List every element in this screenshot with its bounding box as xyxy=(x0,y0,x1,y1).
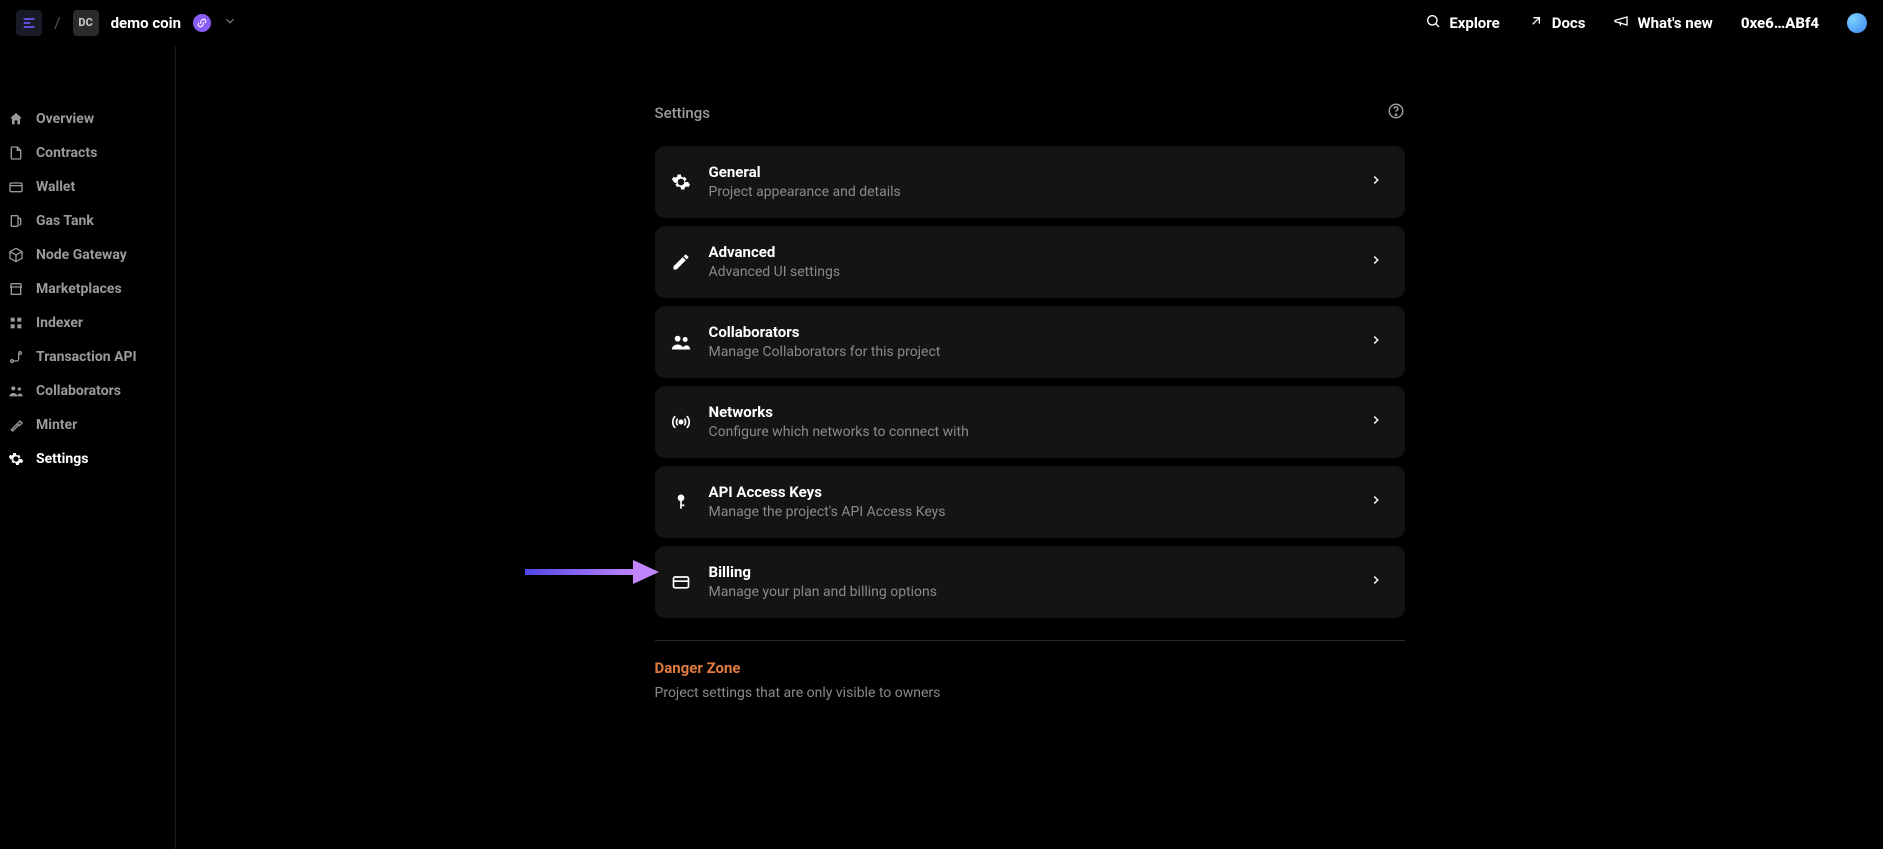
broadcast-icon xyxy=(671,412,691,432)
card-desc: Manage Collaborators for this project xyxy=(709,343,1351,363)
card-desc: Project appearance and details xyxy=(709,183,1351,203)
sidebar-item-transaction-api[interactable]: Transaction API xyxy=(0,340,175,374)
sidebar-item-label: Transaction API xyxy=(36,349,137,365)
danger-zone-title: Danger Zone xyxy=(655,659,1405,677)
megaphone-icon xyxy=(1613,13,1629,33)
settings-card-api-keys[interactable]: API Access Keys Manage the project's API… xyxy=(655,466,1405,538)
gas-icon xyxy=(8,213,24,229)
sidebar-item-node-gateway[interactable]: Node Gateway xyxy=(0,238,175,272)
card-title: Networks xyxy=(709,402,1351,423)
chevron-right-icon xyxy=(1369,173,1383,191)
project-dropdown-chevron-icon[interactable] xyxy=(223,14,237,32)
project-badge: DC xyxy=(73,10,99,36)
chevron-right-icon xyxy=(1369,333,1383,351)
page-header: Settings xyxy=(655,102,1405,124)
grid-icon xyxy=(8,315,24,331)
sidebar-item-label: Settings xyxy=(36,451,88,467)
sidebar-item-label: Node Gateway xyxy=(36,247,127,263)
external-link-icon xyxy=(1528,13,1544,33)
settings-card-billing[interactable]: Billing Manage your plan and billing opt… xyxy=(655,546,1405,618)
cube-icon xyxy=(8,247,24,263)
gear-icon xyxy=(671,172,691,192)
card-title: General xyxy=(709,162,1351,183)
project-name[interactable]: demo coin xyxy=(111,14,181,32)
sidebar-item-minter[interactable]: Minter xyxy=(0,408,175,442)
card-desc: Advanced UI settings xyxy=(709,263,1351,283)
card-title: Collaborators xyxy=(709,322,1351,343)
sidebar-item-wallet[interactable]: Wallet xyxy=(0,170,175,204)
whats-new-link[interactable]: What's new xyxy=(1613,13,1712,33)
sidebar-item-label: Minter xyxy=(36,417,77,433)
settings-card-general[interactable]: General Project appearance and details xyxy=(655,146,1405,218)
topbar: / DC demo coin Explore Docs What's new 0… xyxy=(0,0,1883,46)
avatar[interactable] xyxy=(1847,13,1867,33)
sidebar-item-collaborators[interactable]: Collaborators xyxy=(0,374,175,408)
docs-label: Docs xyxy=(1552,14,1586,32)
whats-new-label: What's new xyxy=(1637,14,1712,32)
route-icon xyxy=(8,349,24,365)
annotation-arrow xyxy=(525,560,659,584)
docs-link[interactable]: Docs xyxy=(1528,13,1586,33)
chain-badge-icon xyxy=(193,14,211,32)
danger-zone-desc: Project settings that are only visible t… xyxy=(655,685,1405,701)
sidebar-item-contracts[interactable]: Contracts xyxy=(0,136,175,170)
card-title: Advanced xyxy=(709,242,1351,263)
chevron-right-icon xyxy=(1369,493,1383,511)
card-desc: Configure which networks to connect with xyxy=(709,423,1351,443)
credit-card-icon xyxy=(671,572,691,592)
breadcrumb: / DC demo coin xyxy=(16,10,237,36)
app-logo[interactable] xyxy=(16,10,42,36)
help-icon[interactable] xyxy=(1387,102,1405,124)
card-desc: Manage the project's API Access Keys xyxy=(709,503,1351,523)
pencil-icon xyxy=(671,252,691,272)
people-icon xyxy=(671,332,691,352)
sidebar-item-label: Contracts xyxy=(36,145,97,161)
sidebar-item-indexer[interactable]: Indexer xyxy=(0,306,175,340)
explore-link[interactable]: Explore xyxy=(1425,13,1499,33)
search-icon xyxy=(1425,13,1441,33)
people-icon xyxy=(8,383,24,399)
sidebar-item-label: Wallet xyxy=(36,179,75,195)
card-title: API Access Keys xyxy=(709,482,1351,503)
sidebar-item-overview[interactable]: Overview xyxy=(0,102,175,136)
store-icon xyxy=(8,281,24,297)
document-icon xyxy=(8,145,24,161)
sidebar-item-settings[interactable]: Settings xyxy=(0,442,175,476)
sidebar-item-marketplaces[interactable]: Marketplaces xyxy=(0,272,175,306)
sidebar: Overview Contracts Wallet Gas Tank Node … xyxy=(0,46,176,849)
sidebar-item-label: Overview xyxy=(36,111,94,127)
sidebar-item-label: Collaborators xyxy=(36,383,121,399)
settings-card-networks[interactable]: Networks Configure which networks to con… xyxy=(655,386,1405,458)
key-icon xyxy=(671,492,691,512)
chevron-right-icon xyxy=(1369,413,1383,431)
chevron-right-icon xyxy=(1369,253,1383,271)
card-desc: Manage your plan and billing options xyxy=(709,583,1351,603)
settings-card-collaborators[interactable]: Collaborators Manage Collaborators for t… xyxy=(655,306,1405,378)
sidebar-item-label: Indexer xyxy=(36,315,83,331)
sidebar-item-gas-tank[interactable]: Gas Tank xyxy=(0,204,175,238)
hammer-icon xyxy=(8,417,24,433)
topbar-right: Explore Docs What's new 0xe6…ABf4 xyxy=(1425,13,1867,33)
sidebar-item-label: Marketplaces xyxy=(36,281,122,297)
explore-label: Explore xyxy=(1449,14,1499,32)
divider xyxy=(655,640,1405,641)
gear-icon xyxy=(8,451,24,467)
settings-card-advanced[interactable]: Advanced Advanced UI settings xyxy=(655,226,1405,298)
breadcrumb-separator: / xyxy=(54,13,61,32)
home-icon xyxy=(8,111,24,127)
wallet-address[interactable]: 0xe6…ABf4 xyxy=(1741,14,1819,32)
main: Settings General Project appearance and … xyxy=(176,46,1883,849)
card-title: Billing xyxy=(709,562,1351,583)
chevron-right-icon xyxy=(1369,573,1383,591)
sidebar-item-label: Gas Tank xyxy=(36,213,94,229)
page-title: Settings xyxy=(655,104,711,122)
wallet-icon xyxy=(8,179,24,195)
